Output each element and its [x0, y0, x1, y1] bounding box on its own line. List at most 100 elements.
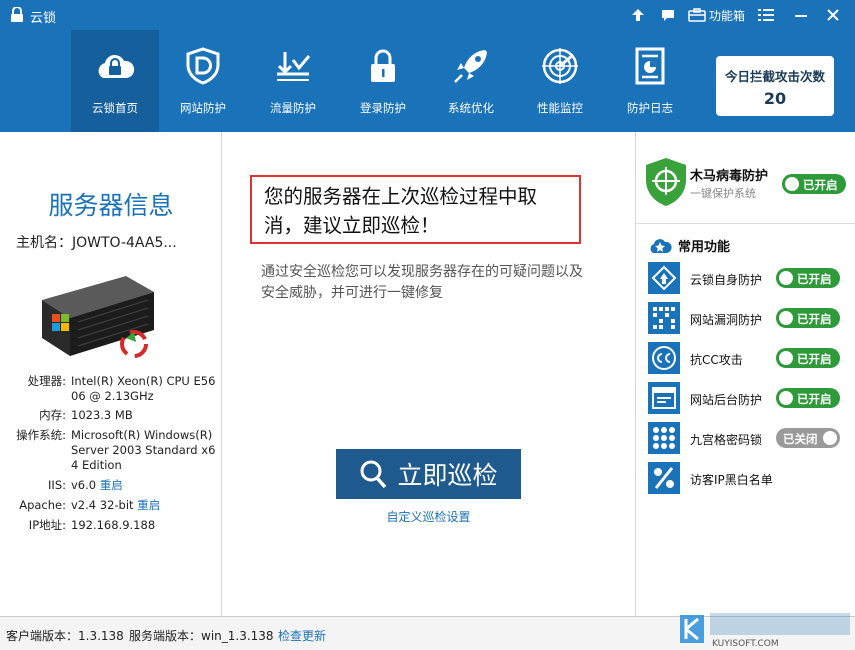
nav-item-website-protection[interactable]: 网站防护	[159, 30, 247, 132]
feature-anti-cc[interactable]: 抗CC攻击 已开启	[636, 338, 855, 378]
toggle-label: 已开启	[797, 352, 832, 366]
feature-toggle[interactable]: 已开启	[776, 348, 840, 368]
check-update-link[interactable]: 检查更新	[278, 627, 326, 644]
minimize-button[interactable]	[794, 5, 808, 25]
spec-value: v6.0 重启	[71, 478, 219, 493]
nav-item-home[interactable]: 云锁首页	[71, 30, 159, 132]
spec-key: IP地址:	[28, 518, 66, 532]
apache-restart-link[interactable]: 重启	[137, 498, 160, 512]
nav-item-performance-monitor[interactable]: 性能监控	[516, 30, 604, 132]
ip-list-icon	[648, 462, 680, 494]
scan-description: 通过安全巡检您可以发现服务器存在的可疑问题以及安全威胁，并可进行一键修复	[261, 264, 583, 301]
nav-label: 防护日志	[627, 101, 673, 115]
star-cloud-icon	[650, 239, 672, 253]
spec-value: Microsoft(R) Windows(R) Server 2003 Stan…	[71, 428, 216, 472]
traffic-icon	[277, 52, 311, 81]
toggle-knob	[785, 177, 799, 191]
feature-label: 九宫格密码锁	[690, 433, 763, 447]
toolbox-button[interactable]: 功能箱	[688, 5, 745, 25]
feature-label: 抗CC攻击	[690, 353, 743, 367]
close-button[interactable]	[826, 5, 840, 25]
toggle-label: 已开启	[797, 312, 832, 326]
shield-crosshair-icon	[646, 158, 686, 206]
server-version: 服务端版本：win_1.3.138	[129, 629, 274, 643]
custom-scan-settings-link[interactable]: 自定义巡检设置	[336, 508, 521, 525]
search-icon	[360, 460, 387, 489]
spec-value: v2.4 32-bit 重启	[71, 498, 219, 513]
spec-key: 内存:	[39, 408, 66, 422]
grid-lock-icon	[648, 422, 680, 454]
spec-key: 操作系统:	[16, 428, 66, 442]
self-protect-icon	[648, 262, 680, 294]
spec-key: IIS:	[48, 478, 66, 492]
nav-label: 云锁首页	[92, 101, 138, 115]
spec-value: Intel(R) Xeon(R) CPU E5606 @ 2.13GHz	[71, 374, 216, 403]
trojan-protection-card: 木马病毒防护 一键保护系统 已开启	[636, 132, 855, 224]
feature-toggle[interactable]: 已关闭	[776, 428, 840, 448]
nav-item-system-optimization[interactable]: 系统优化	[427, 30, 515, 132]
feature-ip-blackwhite-list[interactable]: 访客IP黑白名单	[636, 458, 855, 498]
message-icon	[662, 10, 674, 21]
nav-label: 登录防护	[360, 101, 406, 115]
spec-value: 192.168.9.188	[71, 518, 156, 532]
minimize-icon	[795, 15, 807, 17]
scan-now-button[interactable]: 立即巡检	[336, 449, 521, 499]
iis-restart-link[interactable]: 重启	[100, 478, 123, 492]
backend-icon	[648, 382, 680, 414]
close-icon	[827, 9, 839, 21]
iis-version: v6.0	[71, 478, 97, 492]
toggle-label: 已关闭	[783, 432, 818, 446]
main-nav: 云锁首页 网站防护 流量防护 登录防护 系统优化 性能监控 防护日志 今日拦截攻…	[0, 30, 855, 132]
radar-icon	[542, 48, 578, 84]
client-version: 客户端版本：1.3.138	[6, 629, 124, 643]
cc-icon	[648, 342, 680, 374]
app-name: 云锁	[30, 11, 57, 26]
spec-key: Apache:	[19, 498, 66, 512]
feature-label: 访客IP黑白名单	[690, 473, 773, 487]
toolbox-icon	[688, 8, 706, 22]
feature-label: 网站后台防护	[690, 393, 763, 407]
rocket-icon	[454, 50, 487, 83]
spec-key: 处理器:	[27, 374, 66, 388]
toggle-knob	[823, 431, 837, 445]
message-button[interactable]	[660, 5, 676, 25]
menu-button[interactable]	[758, 5, 774, 25]
toggle-knob	[779, 311, 793, 325]
menu-icon	[758, 9, 774, 21]
upload-button[interactable]	[630, 5, 646, 25]
nav-item-protection-log[interactable]: 防护日志	[606, 30, 694, 132]
toolbox-label: 功能箱	[709, 8, 746, 23]
nav-label: 流量防护	[270, 101, 316, 115]
cloud-lock-icon	[98, 54, 135, 78]
feature-self-protection[interactable]: 云锁自身防护 已开启	[636, 258, 855, 298]
feature-toggle[interactable]: 已开启	[776, 268, 840, 288]
upload-icon	[632, 9, 644, 21]
feature-toggle[interactable]: 已开启	[776, 308, 840, 328]
attack-counter-label: 今日拦截攻击次数	[724, 69, 825, 84]
attack-counter: 今日拦截攻击次数 20	[716, 56, 834, 116]
nav-label: 系统优化	[448, 101, 494, 115]
scan-panel: 您的服务器在上次巡检过程中取消，建议立即巡检！ 通过安全巡检您可以发现服务器存在…	[223, 132, 635, 616]
server-info-panel: 服务器信息 主机名：JOWTO-4AA5... 处理器: Intel(R) Xe…	[0, 132, 222, 616]
nav-item-traffic-protection[interactable]: 流量防护	[249, 30, 337, 132]
apache-version: v2.4 32-bit	[71, 498, 134, 512]
favorites-header: 常用功能	[648, 235, 730, 255]
nav-item-login-protection[interactable]: 登录防护	[339, 30, 427, 132]
trojan-subtitle: 一键保护系统	[690, 187, 756, 200]
feature-toggle[interactable]: 已开启	[776, 388, 840, 408]
trojan-title: 木马病毒防护	[690, 169, 769, 184]
server-info-title: 服务器信息	[48, 191, 174, 220]
toggle-label: 已开启	[797, 272, 832, 286]
feature-backend-protection[interactable]: 网站后台防护 已开启	[636, 378, 855, 418]
feature-label: 网站漏洞防护	[690, 313, 763, 327]
feature-grid-password-lock[interactable]: 九宫格密码锁 已关闭	[636, 418, 855, 458]
trojan-toggle[interactable]: 已开启	[782, 174, 846, 194]
toggle-knob	[779, 271, 793, 285]
feature-label: 云锁自身防护	[690, 273, 763, 287]
attack-counter-value: 20	[763, 89, 787, 108]
server-image	[42, 276, 154, 358]
favorites-title: 常用功能	[678, 239, 731, 255]
vulnerability-icon	[648, 302, 680, 334]
feature-vulnerability-protection[interactable]: 网站漏洞防护 已开启	[636, 298, 855, 338]
scan-now-label: 立即巡检	[397, 461, 498, 490]
